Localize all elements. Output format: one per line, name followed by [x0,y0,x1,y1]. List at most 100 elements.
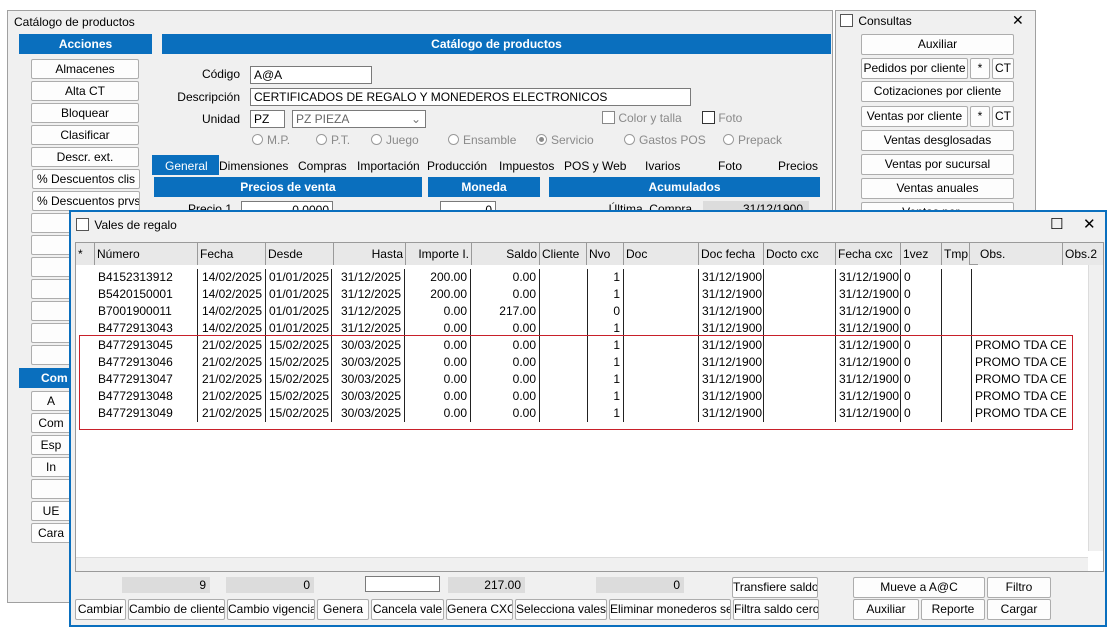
column-header-docto-cxc[interactable]: Docto cxc [764,243,836,265]
com-button-in[interactable]: In [31,457,71,477]
descripcion-input[interactable]: CERTIFICADOS DE REGALO Y MONEDEROS ELECT… [250,88,691,106]
horizontal-scrollbar[interactable] [76,557,1088,571]
table-row[interactable]: B5420150001 14/02/2025 01/01/2025 31/12/202… [76,286,1089,303]
table-cell-fecha-cxc: 31/12/1900 [836,286,901,303]
unidad-select[interactable]: PZ PIEZA ⌄ [292,110,426,128]
column-header-desde[interactable]: Desde [266,243,334,265]
total-importe: 0 [226,577,314,593]
consultas-button-cotizaciones-por-cliente[interactable]: Cotizaciones por cliente [861,81,1014,102]
tab-ivarios[interactable]: Ivarios [645,159,680,173]
button-genera-cxc[interactable]: Genera CXC [446,599,513,620]
acciones-button-alta-ct[interactable]: Alta CT [31,81,139,101]
button-cancela-vale[interactable]: Cancela vale [371,599,444,620]
tab-general[interactable]: General [165,159,208,173]
table-cell-tmp [942,303,972,320]
table-cell-cliente [540,286,588,303]
consultas-ct-button[interactable]: CT [992,58,1014,79]
button-cambio-de-cliente[interactable]: Cambio de cliente [128,599,225,620]
column-header-numero[interactable]: Número [95,243,198,265]
codigo-input[interactable]: A@A [250,66,372,84]
button-reporte[interactable]: Reporte [921,599,985,620]
table-row[interactable]: B7001900011 14/02/2025 01/01/2025 31/12/202… [76,303,1089,320]
radio-ensamble[interactable]: Ensamble [448,133,516,147]
column-header-tmp[interactable]: Tmp. [942,243,970,265]
column-header-doc[interactable]: Doc [624,243,699,265]
column-header-doc-fecha[interactable]: Doc fecha [699,243,764,265]
column-header-1vez[interactable]: 1vez [901,243,942,265]
column-header-cliente[interactable]: Cliente [540,243,587,265]
color-talla-checkbox[interactable]: Color y talla [602,111,682,125]
radio-juego[interactable]: Juego [371,133,419,147]
button-cargar[interactable]: Cargar [987,599,1051,620]
vertical-scrollbar[interactable] [1088,265,1103,551]
tab-foto[interactable]: Foto [718,159,742,173]
radio-m-p[interactable]: M.P. [252,133,290,147]
acciones-button-descuentos-clis[interactable]: % Descuentos clis [32,169,140,189]
column-header-hasta[interactable]: Hasta [334,243,406,265]
column-header-saldo[interactable]: Saldo [472,243,540,265]
com-button-esp[interactable]: Esp [31,435,71,455]
foto-checkbox[interactable]: Foto [702,111,742,125]
column-header-fecha[interactable]: Fecha [198,243,266,265]
tab-precios[interactable]: Precios [778,159,818,173]
column-header-fecha-cxc[interactable]: Fecha cxc [836,243,901,265]
radio-prepack[interactable]: Prepack [723,133,782,147]
column-header-blank[interactable]: * [76,243,95,265]
tab-produccion[interactable]: Producción [427,159,487,173]
button-filtro[interactable]: Filtro [987,577,1051,598]
tab-impuestos[interactable]: Impuestos [499,159,554,173]
button-auxiliar[interactable]: Auxiliar [853,599,919,620]
tab-importacion[interactable]: Importación [357,159,420,173]
column-header-obs[interactable]: Obs. [978,243,1063,265]
acciones-button-descr-ext[interactable]: Descr. ext. [31,147,139,167]
com-button-com[interactable]: Com [31,413,71,433]
color-talla-label: Color y talla [618,111,682,125]
table-cell-obs [972,269,1089,286]
consultas-button-ventas-anuales[interactable]: Ventas anuales [861,178,1014,199]
button-genera[interactable]: Genera [317,599,369,620]
table-cell-fecha: 14/02/2025 [198,269,266,286]
consultas-star-button[interactable]: * [970,106,990,127]
radio-gastos-pos[interactable]: Gastos POS [624,133,706,147]
com-button-cara[interactable]: Cara [31,523,71,543]
button-filtra-saldo-cero[interactable]: Filtra saldo cero [733,599,819,620]
table-cell-fecha-cxc: 31/12/1900 [836,303,901,320]
column-header-obs-2[interactable]: Obs.2 [1063,243,1103,265]
radio-servicio[interactable]: Servicio [536,133,594,147]
vales-close-icon[interactable]: ✕ [1083,215,1096,233]
button-transfiere-saldo[interactable]: Transfiere saldo [732,577,818,598]
acciones-button-descuentos-prvs[interactable]: % Descuentos prvs [32,191,140,211]
tab-compras[interactable]: Compras [298,159,347,173]
com-button-blank[interactable] [31,479,71,499]
total-count: 9 [122,577,210,593]
acciones-button-clasificar[interactable]: Clasificar [31,125,139,145]
table-row[interactable]: B4152313912 14/02/2025 01/01/2025 31/12/202… [76,269,1089,286]
table-cell-desde: 01/01/2025 [266,269,332,286]
com-button-ue[interactable]: UE [31,501,71,521]
consultas-button-ventas-por-sucursal[interactable]: Ventas por sucursal [861,154,1014,175]
table-cell-nvo: 1 [588,269,624,286]
column-header-importe-i[interactable]: Importe I. [406,243,472,265]
tab-pos-y-web[interactable]: POS y Web [564,159,626,173]
maximize-icon[interactable]: ☐ [1050,215,1063,233]
button-eliminar-monederos-sel[interactable]: Eliminar monederos sel [609,599,731,620]
button-cambiar[interactable]: Cambiar [75,599,126,620]
consultas-button-ventas-por-cliente[interactable]: Ventas por cliente [861,106,968,127]
button-mueve-a-a-c[interactable]: Mueve a A@C [853,577,985,598]
column-header-nvo[interactable]: Nvo [587,243,624,265]
consultas-button-pedidos-por-cliente[interactable]: Pedidos por cliente [861,58,968,79]
button-selecciona-vales[interactable]: Selecciona vales [515,599,607,620]
unidad-code-input[interactable]: PZ [250,110,285,128]
button-cambio-vigencia[interactable]: Cambio vigencia [227,599,315,620]
consultas-ct-button[interactable]: CT [992,106,1014,127]
consultas-button-ventas-desglosadas[interactable]: Ventas desglosadas [861,130,1014,151]
com-button-a[interactable]: A [31,391,71,411]
tab-dimensiones[interactable]: Dimensiones [219,159,288,173]
acciones-button-almacenes[interactable]: Almacenes [31,59,139,79]
radio-p-t[interactable]: P.T. [316,133,350,147]
consultas-star-button[interactable]: * [970,58,990,79]
consultas-button-auxiliar[interactable]: Auxiliar [861,34,1014,55]
consultas-close-icon[interactable]: ✕ [1012,12,1024,29]
acciones-button-bloquear[interactable]: Bloquear [31,103,139,123]
table-cell-docto-cxc [764,303,836,320]
